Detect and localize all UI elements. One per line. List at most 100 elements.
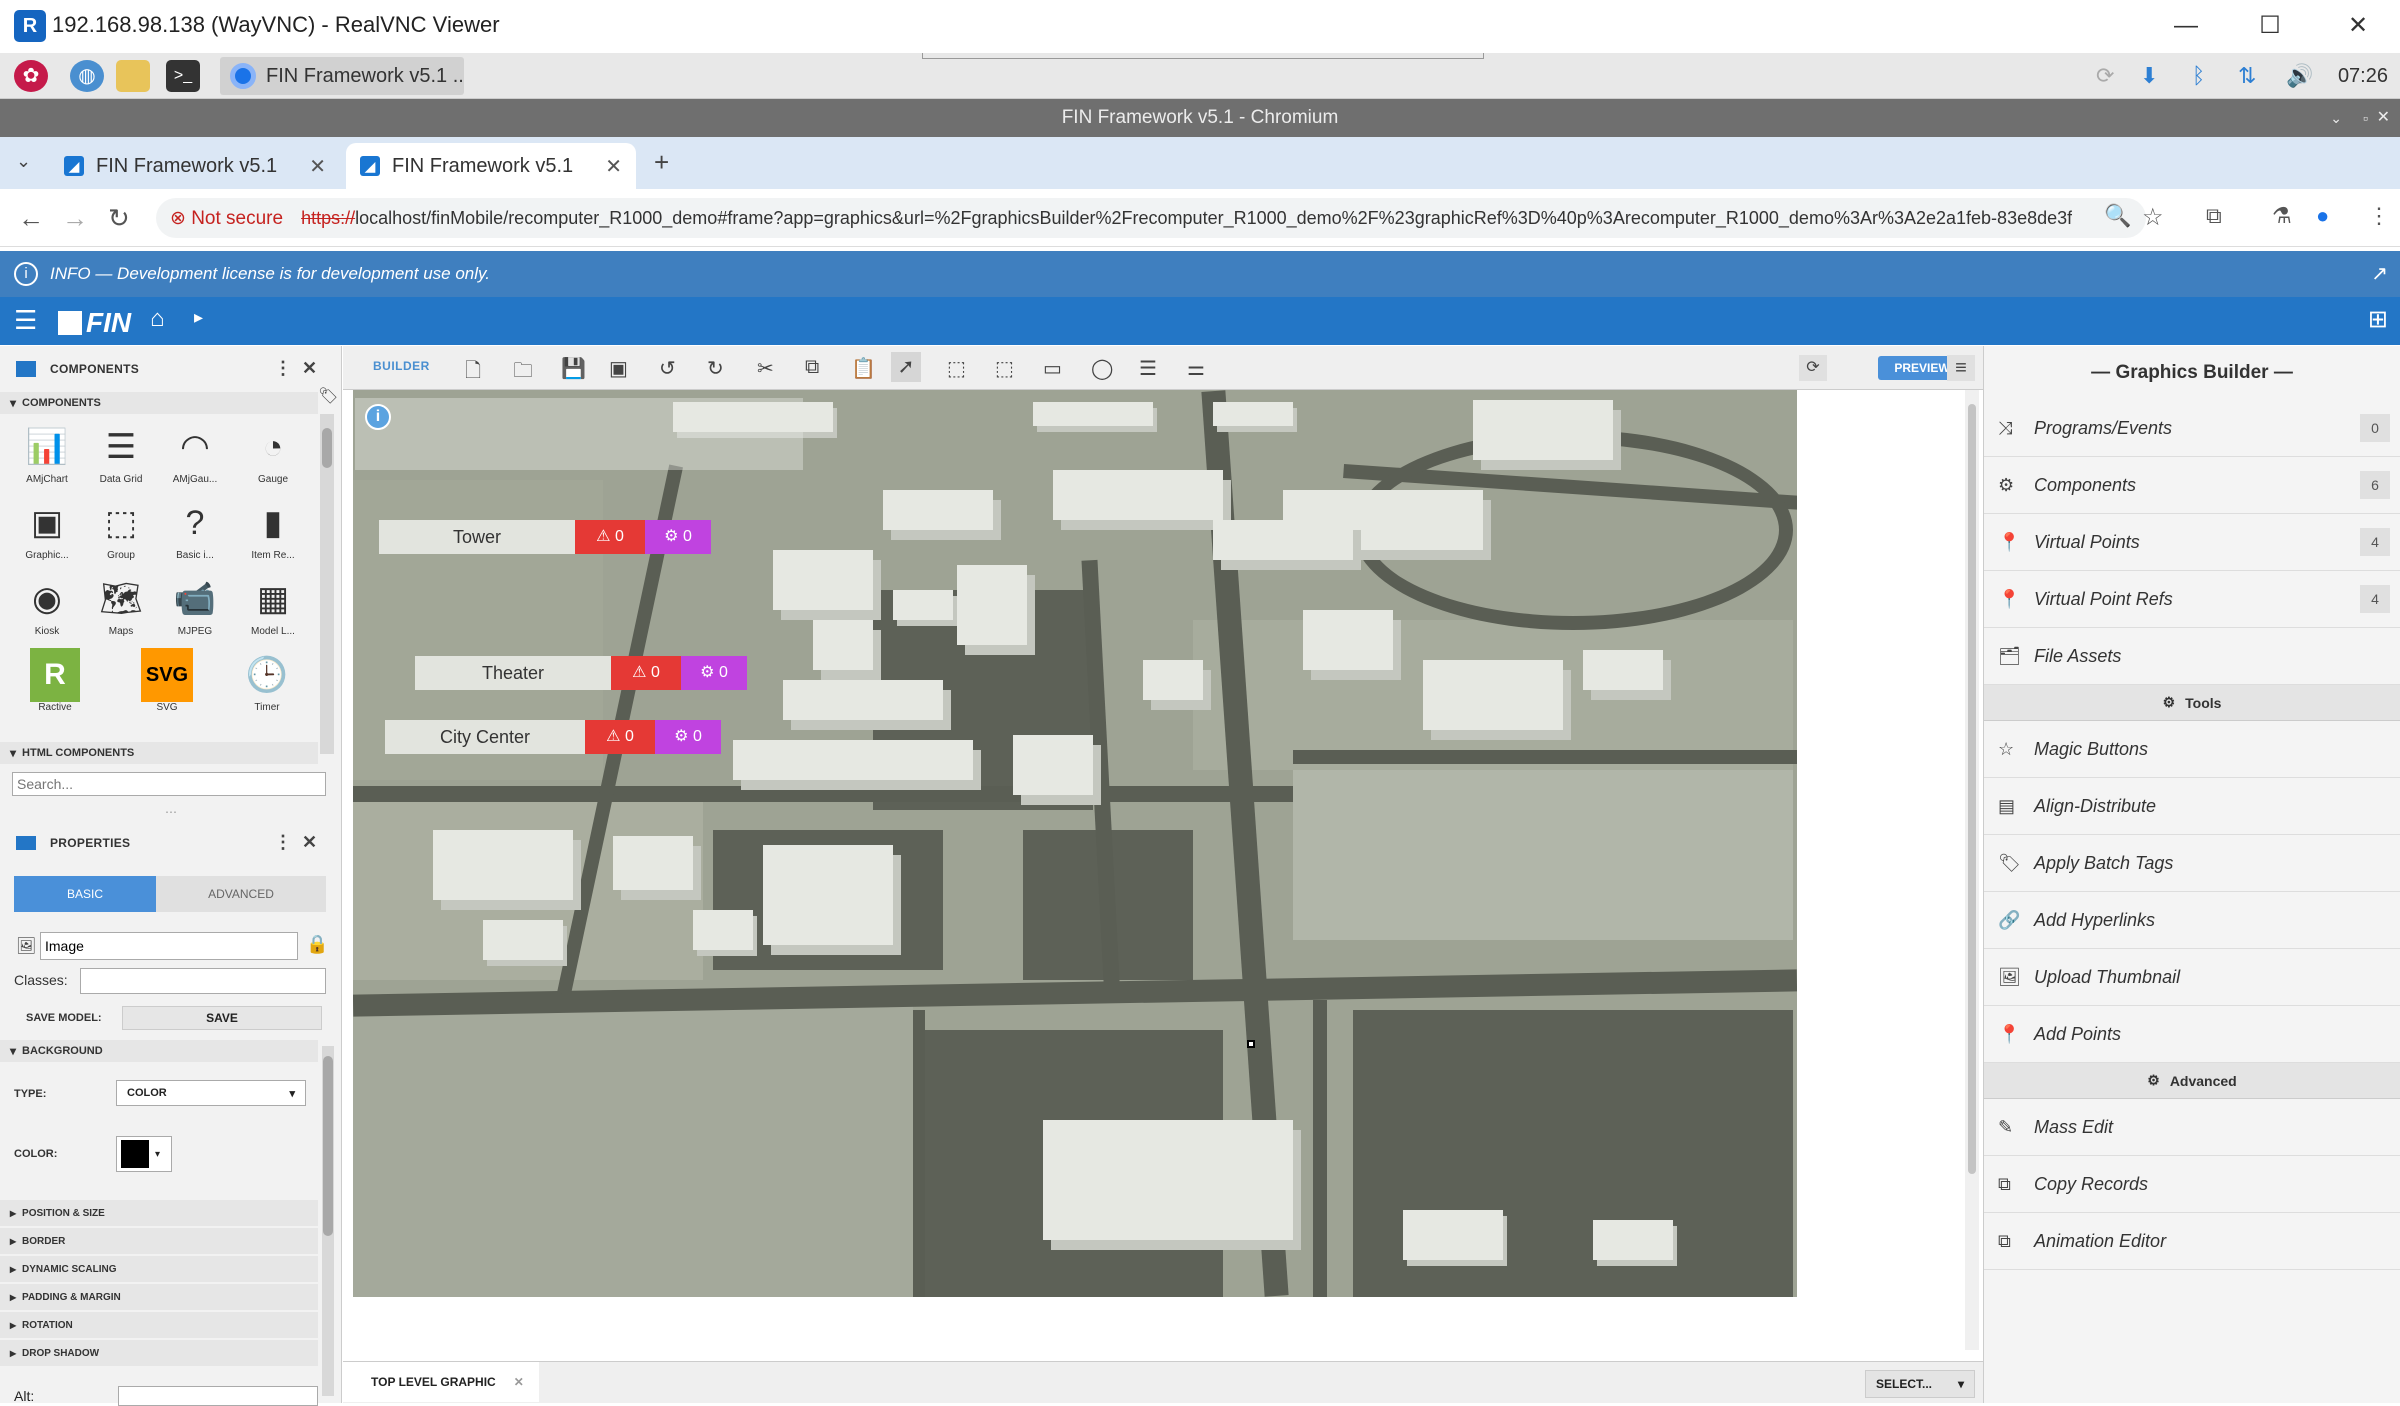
copy-icon[interactable]: ⧉	[805, 356, 819, 379]
section-dynamic-scaling[interactable]: DYNAMIC SCALING	[0, 1256, 318, 1282]
tab-fin-framework-1[interactable]: ◢ FIN Framework v5.1 ✕	[50, 143, 340, 189]
gb-item-components[interactable]: ⚙ Components 6	[1984, 457, 2400, 514]
bluetooth-icon[interactable]: ᛒ	[2192, 63, 2205, 89]
type-select[interactable]: COLOR ▾	[116, 1080, 306, 1106]
minimize-icon[interactable]: —	[2156, 8, 2216, 44]
redo-icon[interactable]: ↻	[707, 356, 724, 381]
back-icon[interactable]: ←	[18, 203, 44, 234]
component-maps[interactable]: 🗺 Maps	[86, 572, 156, 648]
reload-icon[interactable]: ↻	[108, 203, 130, 234]
share-icon[interactable]: ↗	[2371, 261, 2388, 286]
alarm-badge[interactable]: ⚠ 0	[611, 656, 681, 690]
section-rotation[interactable]: ROTATION	[0, 1312, 318, 1338]
section-position-size[interactable]: POSITION & SIZE	[0, 1200, 318, 1226]
paste-icon[interactable]: 📋	[851, 356, 876, 381]
components-scrollbar[interactable]	[320, 414, 334, 754]
forward-icon[interactable]: →	[62, 203, 88, 234]
layers-icon[interactable]: ☰	[1139, 356, 1157, 381]
properties-panel-menu-icon[interactable]: ⋮	[274, 832, 292, 853]
select-dropdown[interactable]: SELECT... ▾	[1865, 1370, 1975, 1398]
new-file-icon[interactable]: 🗋	[465, 356, 481, 390]
home-icon[interactable]: ⌂	[150, 305, 165, 333]
zoom-icon[interactable]: 🔍	[2104, 203, 2131, 229]
gb-item-programs-events[interactable]: ⤨ Programs/Events 0	[1984, 400, 2400, 457]
tag-icon[interactable]: 🏷	[318, 386, 338, 406]
component-model-l[interactable]: ▦ Model L...	[238, 572, 308, 648]
gb-item-upload-thumbnail[interactable]: 🖼 Upload Thumbnail	[1984, 949, 2400, 1006]
gb-item-mass-edit[interactable]: ✎ Mass Edit	[1984, 1099, 2400, 1156]
network-icon[interactable]: ⇅	[2238, 63, 2256, 89]
gb-item-copy-records[interactable]: ⧉ Copy Records	[1984, 1156, 2400, 1213]
campus-map-image[interactable]: i Tower ⚠ 0 ⚙ 0 Theater ⚠ 0 ⚙ 0 City Center ⚠ 0…	[353, 390, 1797, 1297]
tab-basic[interactable]: BASIC	[14, 876, 156, 912]
map-info-icon[interactable]: i	[365, 404, 391, 430]
tab-search-icon[interactable]: ⌄	[16, 151, 31, 172]
save-button[interactable]: SAVE	[122, 1006, 322, 1030]
gallery-icon[interactable]: ▣	[609, 356, 628, 381]
select-pointer-icon[interactable]: ➚	[891, 352, 921, 382]
component-basic-i[interactable]: ? Basic i...	[160, 496, 230, 572]
components-section-header[interactable]: COMPONENTS	[0, 392, 318, 414]
circle-icon[interactable]: ◯	[1091, 356, 1113, 381]
new-tab-icon[interactable]: +	[654, 147, 669, 178]
section-border[interactable]: BORDER	[0, 1228, 318, 1254]
tab-close-icon[interactable]: ✕	[309, 154, 326, 179]
alt-input[interactable]	[118, 1386, 318, 1406]
panel-splitter[interactable]: ⋯	[0, 806, 342, 820]
selection-handle[interactable]	[1247, 1040, 1255, 1048]
builder-menu-icon[interactable]: ≡	[1947, 355, 1975, 381]
canvas-scrollbar[interactable]	[1965, 390, 1979, 1350]
refresh-icon[interactable]: ⟳	[1799, 355, 1827, 381]
hamburger-menu-icon[interactable]: ☰	[14, 305, 37, 336]
lock-icon[interactable]: 🔒	[306, 934, 328, 955]
distort-icon[interactable]: ⬚	[995, 356, 1014, 381]
chromium-minimize-icon[interactable]: ⌄	[2330, 99, 2342, 137]
component-data-grid[interactable]: ☰ Data Grid	[86, 420, 156, 496]
gb-item-file-assets[interactable]: 🗂 File Assets	[1984, 628, 2400, 685]
points-badge[interactable]: ⚙ 0	[645, 520, 711, 554]
tab-close-icon[interactable]: ✕	[514, 1375, 524, 1389]
component-search-input[interactable]	[12, 772, 326, 796]
save-icon[interactable]: 💾	[561, 356, 586, 381]
points-badge[interactable]: ⚙ 0	[655, 720, 721, 754]
section-drop-shadow[interactable]: DROP SHADOW	[0, 1340, 318, 1366]
chrome-menu-icon[interactable]: ⋮	[2368, 203, 2390, 229]
close-icon[interactable]: ✕	[2328, 8, 2388, 44]
location-label-city-center[interactable]: City Center ⚠ 0 ⚙ 0	[385, 720, 721, 754]
breadcrumb-arrow-icon[interactable]: ▸	[194, 307, 203, 328]
web-browser-icon[interactable]: ◍	[70, 60, 104, 92]
location-label-tower[interactable]: Tower ⚠ 0 ⚙ 0	[379, 520, 711, 554]
bookmark-star-icon[interactable]: ☆	[2142, 203, 2164, 232]
volume-icon[interactable]: 🔊	[2286, 63, 2313, 89]
gb-item-add-hyperlinks[interactable]: 🔗 Add Hyperlinks	[1984, 892, 2400, 949]
open-folder-icon[interactable]: 🗀	[513, 356, 533, 390]
alarm-badge[interactable]: ⚠ 0	[585, 720, 655, 754]
chromium-maximize-icon[interactable]: ▫	[2363, 99, 2368, 137]
component-amjchart[interactable]: 📊 AMjChart	[12, 420, 82, 496]
section-padding-margin[interactable]: PADDING & MARGIN	[0, 1284, 318, 1310]
download-icon[interactable]: ⬇	[2140, 63, 2158, 89]
extensions-icon[interactable]: ⧉	[2206, 203, 2222, 229]
rectangle-icon[interactable]: ▭	[1043, 356, 1062, 381]
tab-close-icon[interactable]: ✕	[605, 154, 622, 179]
fin-logo[interactable]: FIN	[58, 307, 131, 339]
tab-top-level-graphic[interactable]: TOP LEVEL GRAPHIC ✕	[343, 1362, 539, 1402]
file-manager-icon[interactable]	[116, 60, 150, 92]
apps-grid-icon[interactable]: ⊞	[2368, 305, 2388, 334]
tab-fin-framework-2[interactable]: ◢ FIN Framework v5.1 ✕	[346, 143, 636, 189]
component-item-re[interactable]: ▮ Item Re...	[238, 496, 308, 572]
chromium-close-icon[interactable]: ✕	[2377, 99, 2390, 137]
alarm-badge[interactable]: ⚠ 0	[575, 520, 645, 554]
properties-scrollbar[interactable]	[322, 1046, 334, 1396]
maximize-icon[interactable]: ☐	[2240, 8, 2300, 44]
gb-item-apply-batch-tags[interactable]: 🏷 Apply Batch Tags	[1984, 835, 2400, 892]
component-group[interactable]: ⬚ Group	[86, 496, 156, 572]
color-picker[interactable]: ▾	[116, 1136, 172, 1172]
gb-item-virtual-point-refs[interactable]: 📍 Virtual Point Refs 4	[1984, 571, 2400, 628]
background-section-header[interactable]: BACKGROUND	[0, 1040, 318, 1062]
html-components-section-header[interactable]: HTML COMPONENTS	[0, 742, 318, 764]
vnc-toolbar-handle[interactable]	[922, 53, 1484, 59]
element-name-input[interactable]	[40, 932, 298, 960]
component-gauge[interactable]: ◔ Gauge	[238, 420, 308, 496]
transform-icon[interactable]: ⬚	[947, 356, 966, 381]
